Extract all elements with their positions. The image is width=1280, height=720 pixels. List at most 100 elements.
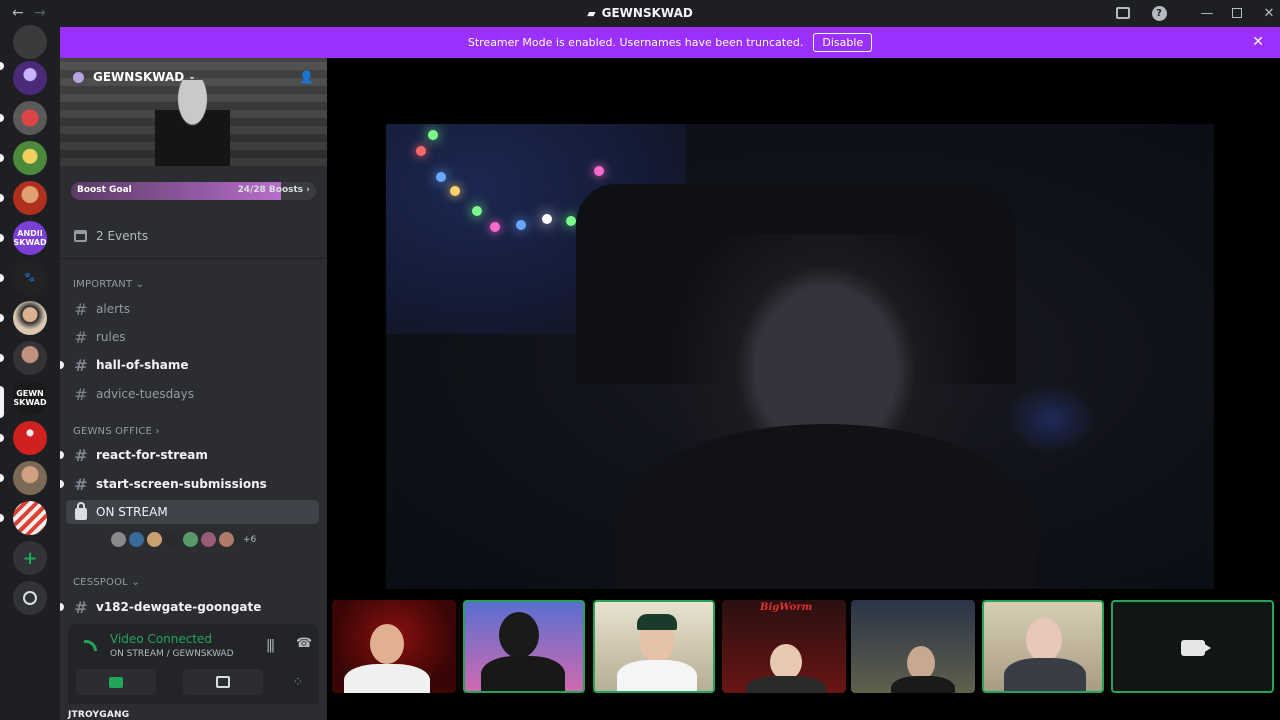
- boost-goal-label: Boost Goal: [77, 185, 132, 195]
- participant-tile[interactable]: [332, 600, 456, 693]
- participant-strip: BigWorm: [332, 600, 1275, 693]
- server-icon[interactable]: [13, 141, 47, 175]
- window-title-text: GEWNSKWAD: [601, 6, 693, 20]
- unread-pip: [0, 62, 4, 70]
- unread-pip: [0, 354, 4, 362]
- participant-tile-speaking[interactable]: [593, 600, 715, 693]
- focused-video-feed[interactable]: [386, 124, 1214, 589]
- unread-pip: [60, 480, 64, 488]
- camera-button[interactable]: [76, 669, 156, 695]
- close-banner-icon[interactable]: ✕: [1252, 34, 1264, 50]
- voice-connected-panel: Video Connected ON STREAM / GEWNSKWAD ||…: [68, 624, 319, 704]
- server-name-text: GEWNSKWAD: [93, 70, 185, 84]
- string-light: [566, 216, 576, 226]
- unread-pip: [0, 314, 4, 322]
- participant-tile-speaking[interactable]: [463, 600, 585, 693]
- server-header[interactable]: GEWNSKWAD ⌄ 👤: [60, 58, 327, 166]
- calendar-icon: [74, 230, 87, 242]
- voice-channel-path[interactable]: ON STREAM / GEWNSKWAD: [110, 649, 234, 659]
- noise-suppression-icon[interactable]: |||: [266, 638, 275, 653]
- server-icon-andii[interactable]: ANDII SKWAD: [13, 221, 47, 255]
- avatar[interactable]: [164, 531, 181, 548]
- inbox-icon[interactable]: [1112, 3, 1134, 23]
- own-camera-tile[interactable]: [1111, 600, 1274, 693]
- events-link[interactable]: 2 Events: [74, 229, 148, 243]
- avatar[interactable]: [110, 531, 127, 548]
- string-light: [450, 186, 460, 196]
- hash-icon: #: [74, 327, 88, 347]
- voice-status[interactable]: Video Connected: [110, 632, 212, 646]
- close-window-button[interactable]: ✕: [1258, 3, 1280, 23]
- title-bar: ← → ▰ GEWNSKWAD ? — ✕: [0, 0, 1280, 27]
- camera-icon: [109, 676, 123, 688]
- channel-react-for-stream[interactable]: # react-for-stream: [66, 443, 319, 467]
- hash-icon: #: [74, 474, 88, 494]
- screen-share-button[interactable]: [183, 669, 263, 695]
- voice-channel-users[interactable]: +6: [110, 531, 256, 548]
- server-tag-icon: ▰: [587, 7, 596, 20]
- avatar[interactable]: [146, 531, 163, 548]
- participant-tile[interactable]: [851, 600, 975, 693]
- string-light: [472, 206, 482, 216]
- category-cesspool[interactable]: CESSPOOL ⌄: [73, 577, 140, 588]
- disconnect-icon[interactable]: ☎: [296, 636, 312, 651]
- video-stage: BigWorm: [327, 58, 1280, 720]
- signal-icon[interactable]: [84, 640, 97, 651]
- voice-channel-on-stream[interactable]: ON STREAM: [66, 500, 319, 524]
- streamer-mode-message: Streamer Mode is enabled. Usernames have…: [467, 36, 804, 49]
- minimize-button[interactable]: —: [1196, 3, 1218, 23]
- channel-v182-dewgate-goongate[interactable]: # v182-dewgate-goongate: [66, 595, 319, 619]
- disable-streamer-mode-button[interactable]: Disable: [813, 33, 873, 52]
- unread-pip: [0, 274, 4, 282]
- server-icon[interactable]: [13, 421, 47, 455]
- add-server-button[interactable]: +: [13, 541, 47, 575]
- channel-rules[interactable]: # rules: [66, 325, 319, 349]
- server-icon[interactable]: [13, 461, 47, 495]
- avatar[interactable]: [182, 531, 199, 548]
- string-light: [490, 222, 500, 232]
- server-icon[interactable]: [13, 181, 47, 215]
- server-icon[interactable]: [13, 341, 47, 375]
- server-icon[interactable]: [13, 25, 47, 59]
- string-light: [542, 214, 552, 224]
- explore-servers-icon[interactable]: [13, 581, 47, 615]
- help-icon[interactable]: ?: [1148, 3, 1170, 23]
- channel-advice-tuesdays[interactable]: # advice-tuesdays: [66, 382, 319, 406]
- channel-alerts[interactable]: # alerts: [66, 297, 319, 321]
- avatar[interactable]: [218, 531, 235, 548]
- server-banner-image: [155, 80, 230, 166]
- hash-icon: #: [74, 445, 88, 465]
- unread-pip: [0, 514, 4, 522]
- server-icon[interactable]: [13, 61, 47, 95]
- invite-people-icon[interactable]: 👤: [299, 70, 315, 84]
- divider: [60, 258, 327, 259]
- unread-pip: [0, 434, 4, 442]
- avatar[interactable]: [200, 531, 217, 548]
- events-label: 2 Events: [96, 229, 149, 243]
- participant-tile-speaking[interactable]: [982, 600, 1104, 693]
- category-important[interactable]: IMPORTANT ⌄: [73, 279, 144, 290]
- server-icon[interactable]: [13, 501, 47, 535]
- server-icon[interactable]: [13, 301, 47, 335]
- server-icon[interactable]: [13, 101, 47, 135]
- unread-pip: [0, 114, 4, 122]
- boost-count: 24/28 Boosts ›: [237, 185, 310, 195]
- server-icon[interactable]: 🐾: [13, 261, 47, 295]
- unread-pip: [0, 474, 4, 482]
- hash-icon: #: [74, 384, 88, 404]
- unread-pip: [0, 234, 4, 242]
- user-name[interactable]: JTROYGANG: [68, 710, 129, 720]
- category-gewns-office[interactable]: GEWNS OFFICE ›: [73, 426, 160, 437]
- server-name[interactable]: GEWNSKWAD ⌄: [73, 70, 196, 84]
- channel-hall-of-shame[interactable]: # hall-of-shame: [66, 353, 319, 377]
- participant-tile[interactable]: BigWorm: [722, 600, 846, 693]
- avatar[interactable]: [128, 531, 145, 548]
- unread-pip: [60, 603, 64, 611]
- string-light: [416, 146, 426, 156]
- server-icon-gewnskwad[interactable]: GEWN SKWAD: [13, 381, 47, 415]
- boost-goal-bar[interactable]: Boost Goal 24/28 Boosts ›: [71, 182, 316, 200]
- activities-button[interactable]: ⁘: [283, 669, 313, 695]
- channel-start-screen-submissions[interactable]: # start-screen-submissions: [66, 472, 319, 496]
- maximize-button[interactable]: [1226, 3, 1248, 23]
- unread-pip: [60, 361, 64, 369]
